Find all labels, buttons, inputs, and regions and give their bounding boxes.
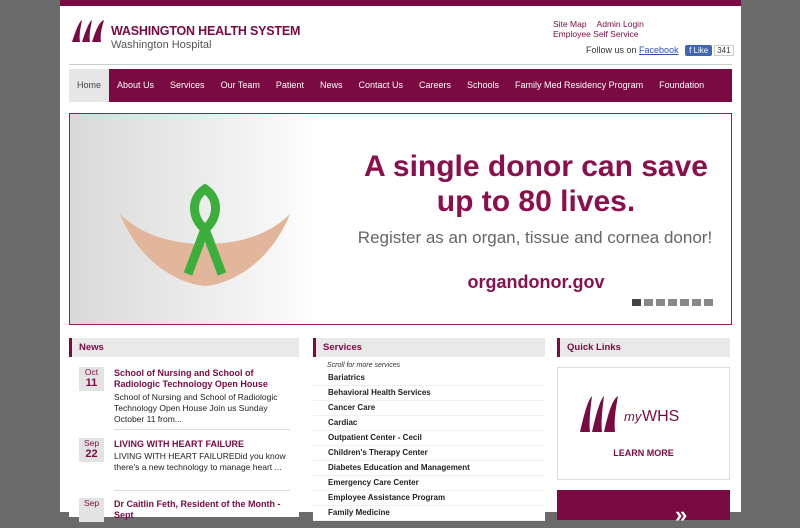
service-item[interactable]: Outpatient Center - Cecil (313, 431, 545, 446)
slide-dot[interactable] (632, 299, 641, 306)
news-heading: News (69, 338, 299, 357)
service-item[interactable]: Family Medicine (313, 506, 545, 521)
news-divider (114, 429, 290, 430)
news-title[interactable]: School of Nursing and School of Radiolog… (114, 368, 292, 390)
scroll-note: Scroll for more services (327, 362, 401, 369)
mywhs-card[interactable]: my WHS LEARN MORE (557, 367, 730, 480)
nav-foundation[interactable]: Foundation (651, 69, 712, 102)
employee-self-service-link[interactable]: Employee Self Service (553, 29, 639, 39)
utility-links: Site Map Admin Login Employee Self Servic… (553, 19, 663, 39)
mywhs-logo-icon: my WHS (580, 396, 679, 432)
hero-subline: Register as an organ, tissue and cornea … (357, 228, 713, 247)
services-panel: Services Scroll for more services Bariat… (313, 338, 545, 521)
admin-login-link[interactable]: Admin Login (597, 19, 644, 29)
service-item[interactable]: Behavioral Health Services (313, 386, 545, 401)
nav-schools[interactable]: Schools (459, 69, 507, 102)
hero-photo (70, 114, 320, 324)
nav-services[interactable]: Services (162, 69, 213, 102)
news-excerpt: LIVING WITH HEART FAILUREDid you know th… (114, 451, 286, 472)
nav-patient[interactable]: Patient (268, 69, 312, 102)
nav-news[interactable]: News (312, 69, 351, 102)
cupped-hands-ribbon-image (120, 183, 290, 286)
news-excerpt: School of Nursing and School of Radiolog… (114, 392, 278, 424)
service-item[interactable]: Employee Assistance Program (313, 491, 545, 506)
hero-headline: A single donor can save up to 80 lives. (364, 150, 708, 218)
like-count: 341 (714, 45, 734, 57)
nav-careers[interactable]: Careers (411, 69, 459, 102)
like-label: Like (693, 46, 709, 56)
news-date: Sep (79, 498, 104, 522)
service-item[interactable]: Diabetes Education and Management (313, 461, 545, 476)
news-divider (114, 490, 290, 491)
hero-banner[interactable]: A single donor can save up to 80 lives. … (69, 113, 732, 325)
news-panel: News Oct 11 School of Nursing and School … (69, 338, 299, 522)
news-title[interactable]: Dr Caitlin Feth, Resident of the Month -… (114, 499, 292, 521)
facebook-like-button[interactable]: f Like (685, 45, 713, 57)
learn-more-link[interactable]: LEARN MORE (558, 448, 729, 458)
whs-logo-icon[interactable] (70, 16, 110, 46)
service-item[interactable]: Emergency Care Center (313, 476, 545, 491)
quick-links-panel: Quick Links my WHS LEARN MORE » (557, 338, 730, 527)
slide-dot[interactable] (680, 299, 689, 306)
page: WASHINGTON HEALTH SYSTEM Washington Hosp… (60, 0, 741, 527)
slide-dot[interactable] (668, 299, 677, 306)
facebook-link[interactable]: Facebook (639, 45, 679, 55)
service-item[interactable]: Children's Therapy Center (313, 446, 545, 461)
news-date: Sep 22 (79, 438, 104, 462)
slide-indicators (632, 299, 713, 306)
news-date: Oct 11 (79, 367, 104, 391)
slide-dot[interactable] (692, 299, 701, 306)
slide-dot[interactable] (704, 299, 713, 306)
double-chevron-icon: » (675, 502, 688, 527)
hero-url[interactable]: organdonor.gov (356, 272, 716, 293)
nav-our-team[interactable]: Our Team (213, 69, 268, 102)
header-divider (69, 64, 732, 65)
quick-link-banner[interactable]: » (557, 490, 730, 527)
nav-family-med-residency[interactable]: Family Med Residency Program (507, 69, 651, 102)
nav-home[interactable]: Home (69, 69, 110, 102)
brand-title: WASHINGTON HEALTH SYSTEM (111, 24, 301, 38)
main-nav: Home About Us Services Our Team Patient … (69, 69, 732, 102)
quick-links-heading: Quick Links (557, 338, 730, 357)
top-accent-bar (60, 0, 741, 6)
service-item[interactable]: Bariatrics (313, 371, 545, 386)
service-item[interactable]: Cancer Care (313, 401, 545, 416)
slide-dot[interactable] (656, 299, 665, 306)
site-map-link[interactable]: Site Map (553, 19, 587, 29)
nav-contact-us[interactable]: Contact Us (350, 69, 411, 102)
brand-subtitle: Washington Hospital (111, 39, 212, 51)
nav-about-us[interactable]: About Us (109, 69, 162, 102)
follow-text: Follow us on (586, 45, 637, 55)
mywhs-whs-text: WHS (642, 408, 679, 425)
services-heading: Services (313, 338, 545, 357)
news-title[interactable]: LIVING WITH HEART FAILURE (114, 439, 292, 450)
slide-dot[interactable] (644, 299, 653, 306)
social-follow: Follow us on Facebook f Like 341 (586, 45, 734, 57)
mywhs-my-text: my (624, 409, 643, 424)
service-item[interactable]: Cardiac (313, 416, 545, 431)
